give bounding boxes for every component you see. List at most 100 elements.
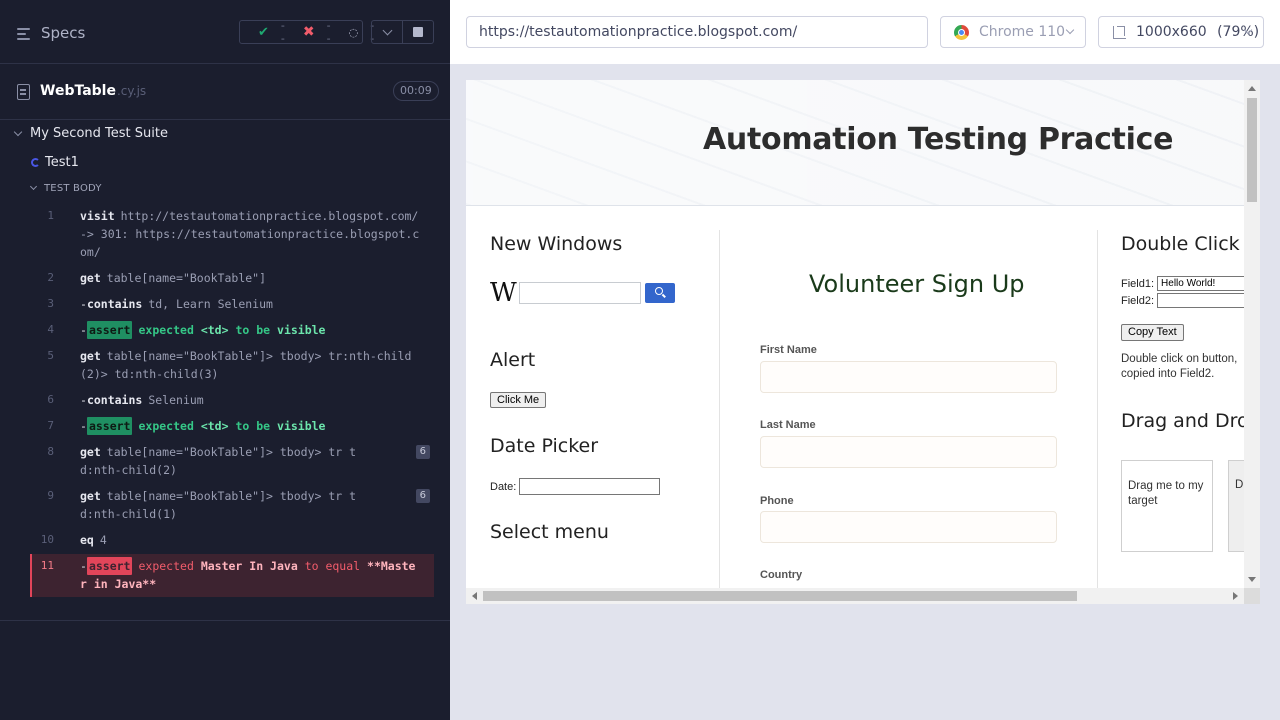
spec-file-name: WebTable.cy.js (40, 83, 147, 99)
column-divider (1097, 230, 1098, 590)
command-name: get (80, 349, 101, 363)
scroll-left-icon[interactable] (472, 592, 477, 600)
country-label: Country (760, 569, 803, 581)
scroll-thumb[interactable] (1247, 98, 1257, 202)
command-row[interactable]: 6 -contains Selenium (30, 388, 434, 414)
field1-input[interactable]: Hello World! (1157, 276, 1248, 291)
command-number: 1 (47, 209, 54, 222)
command-number: 2 (47, 271, 54, 284)
command-row[interactable]: 8 get table[name="BookTable"]> tbody> tr … (30, 440, 434, 484)
double-click-description: Double click on button, copied into Fiel… (1121, 353, 1238, 380)
field1-row: Field1: Hello World! (1121, 276, 1248, 291)
command-row[interactable]: 9 get table[name="BookTable"]> tbody> tr … (30, 484, 434, 528)
pending-icon: ◌ (348, 25, 359, 39)
stop-button[interactable] (403, 20, 434, 44)
command-name: get (80, 489, 101, 503)
chrome-icon (954, 25, 969, 40)
command-row[interactable]: 5 get table[name="BookTable"]> tbody> tr:… (30, 344, 434, 388)
copy-text-button[interactable]: Copy Text (1121, 324, 1184, 341)
command-message: http://testautomationpractice.blogspot.c… (80, 209, 420, 259)
command-name: get (80, 271, 101, 285)
command-number: 7 (47, 419, 54, 432)
specs-list-icon (17, 27, 32, 40)
command-message: table[name="BookTable"]> tbody> tr:nth-c… (80, 349, 412, 381)
chevron-down-icon (382, 25, 392, 35)
url-bar[interactable]: https://testautomationpractice.blogspot.… (466, 16, 928, 48)
select-menu-heading: Select menu (490, 521, 609, 543)
x-icon: ✖ (302, 24, 315, 40)
column-divider (719, 230, 720, 590)
date-input[interactable] (519, 478, 661, 495)
assert-badge: assert (86, 321, 133, 339)
viewport-info[interactable]: 1000x660 (79%) (1098, 16, 1264, 48)
command-name: get (80, 445, 101, 459)
scrollbar-corner (1244, 588, 1260, 604)
assert-row[interactable]: 4 - assert expected <td> to be visible (30, 318, 434, 344)
command-row[interactable]: 10 eq 4 (30, 528, 434, 554)
alert-heading: Alert (490, 349, 536, 371)
volunteer-heading: Volunteer Sign Up (809, 270, 1025, 298)
command-number: 11 (40, 559, 54, 572)
last-name-input[interactable] (760, 436, 1057, 468)
specs-button[interactable]: Specs (17, 23, 85, 43)
command-name: contains (86, 297, 143, 311)
command-number: 4 (47, 323, 54, 336)
wikipedia-search-widget: W (490, 278, 675, 308)
command-number: 5 (47, 349, 54, 362)
wikipedia-logo-icon: W (490, 278, 517, 308)
divider (0, 620, 450, 621)
command-name: contains (86, 393, 143, 407)
horizontal-scrollbar[interactable] (466, 588, 1244, 604)
command-row[interactable]: 3 -contains td, Learn Selenium (30, 292, 434, 318)
assert-badge: assert (86, 557, 133, 575)
command-message: td, Learn Selenium (148, 297, 273, 311)
scroll-down-icon[interactable] (1248, 577, 1256, 582)
scroll-up-icon[interactable] (1248, 86, 1256, 91)
date-picker-heading: Date Picker (490, 435, 599, 457)
aut-header: https://testautomationpractice.blogspot.… (450, 0, 1280, 64)
page-title: Automation Testing Practice (703, 122, 1174, 157)
scroll-right-icon[interactable] (1233, 592, 1238, 600)
date-label: Date: (490, 480, 517, 493)
vertical-scrollbar[interactable] (1244, 80, 1260, 588)
command-message: table[name="BookTable"]> tbody> tr td:nt… (80, 445, 357, 477)
command-name: eq (80, 533, 94, 547)
phone-label: Phone (760, 495, 794, 507)
file-icon (17, 84, 30, 100)
first-name-input[interactable] (760, 361, 1057, 393)
stop-icon (413, 27, 423, 37)
reporter-header: Specs ✔ -- ✖ -- ◌ -- (0, 0, 450, 64)
suite-title[interactable]: My Second Test Suite (13, 126, 168, 141)
caret-down-icon (13, 127, 23, 136)
failed-assert-row[interactable]: 11 - assert expected Master In Java to equ… (30, 554, 434, 597)
scroll-thumb[interactable] (483, 591, 1077, 601)
field2-input[interactable] (1157, 293, 1248, 308)
assert-message: expected <td> to be visible (138, 323, 326, 337)
last-name-label: Last Name (760, 419, 816, 431)
application-iframe: Automation Testing Practice New Windows … (466, 80, 1260, 604)
new-windows-heading: New Windows (490, 233, 623, 255)
wikipedia-search-input[interactable] (518, 282, 641, 304)
command-log-panel: Specs ✔ -- ✖ -- ◌ -- WebTable.cy.js 00:09 M… (0, 0, 450, 720)
draggable-box[interactable]: Drag me to my target (1121, 460, 1213, 552)
assert-badge: assert (86, 417, 133, 435)
assert-row[interactable]: 7 - assert expected <td> to be visible (30, 414, 434, 440)
command-name: visit (80, 209, 115, 223)
command-message: table[name="BookTable"]> tbody> tr td:nt… (80, 489, 357, 521)
command-row[interactable]: 1 visit http://testautomationpractice.blo… (30, 204, 434, 266)
browser-selector[interactable]: Chrome 110 (940, 16, 1086, 48)
test-body-toggle[interactable]: TEST BODY (29, 182, 102, 194)
command-row[interactable]: 2 get table[name="BookTable"] (30, 266, 434, 292)
field2-row: Field2: (1121, 293, 1248, 308)
command-number: 3 (47, 297, 54, 310)
click-me-button[interactable]: Click Me (490, 392, 547, 408)
wikipedia-search-button[interactable] (644, 283, 675, 303)
spec-duration: 00:09 (393, 81, 439, 101)
command-message: table[name="BookTable"] (106, 271, 267, 285)
toggle-auto-scroll-button[interactable] (371, 20, 403, 44)
check-icon: ✔ (258, 24, 269, 40)
test-stats: ✔ -- ✖ -- ◌ -- (239, 19, 374, 45)
test-title[interactable]: Test1 (31, 155, 79, 170)
command-number: 10 (40, 533, 54, 546)
phone-input[interactable] (760, 511, 1057, 543)
